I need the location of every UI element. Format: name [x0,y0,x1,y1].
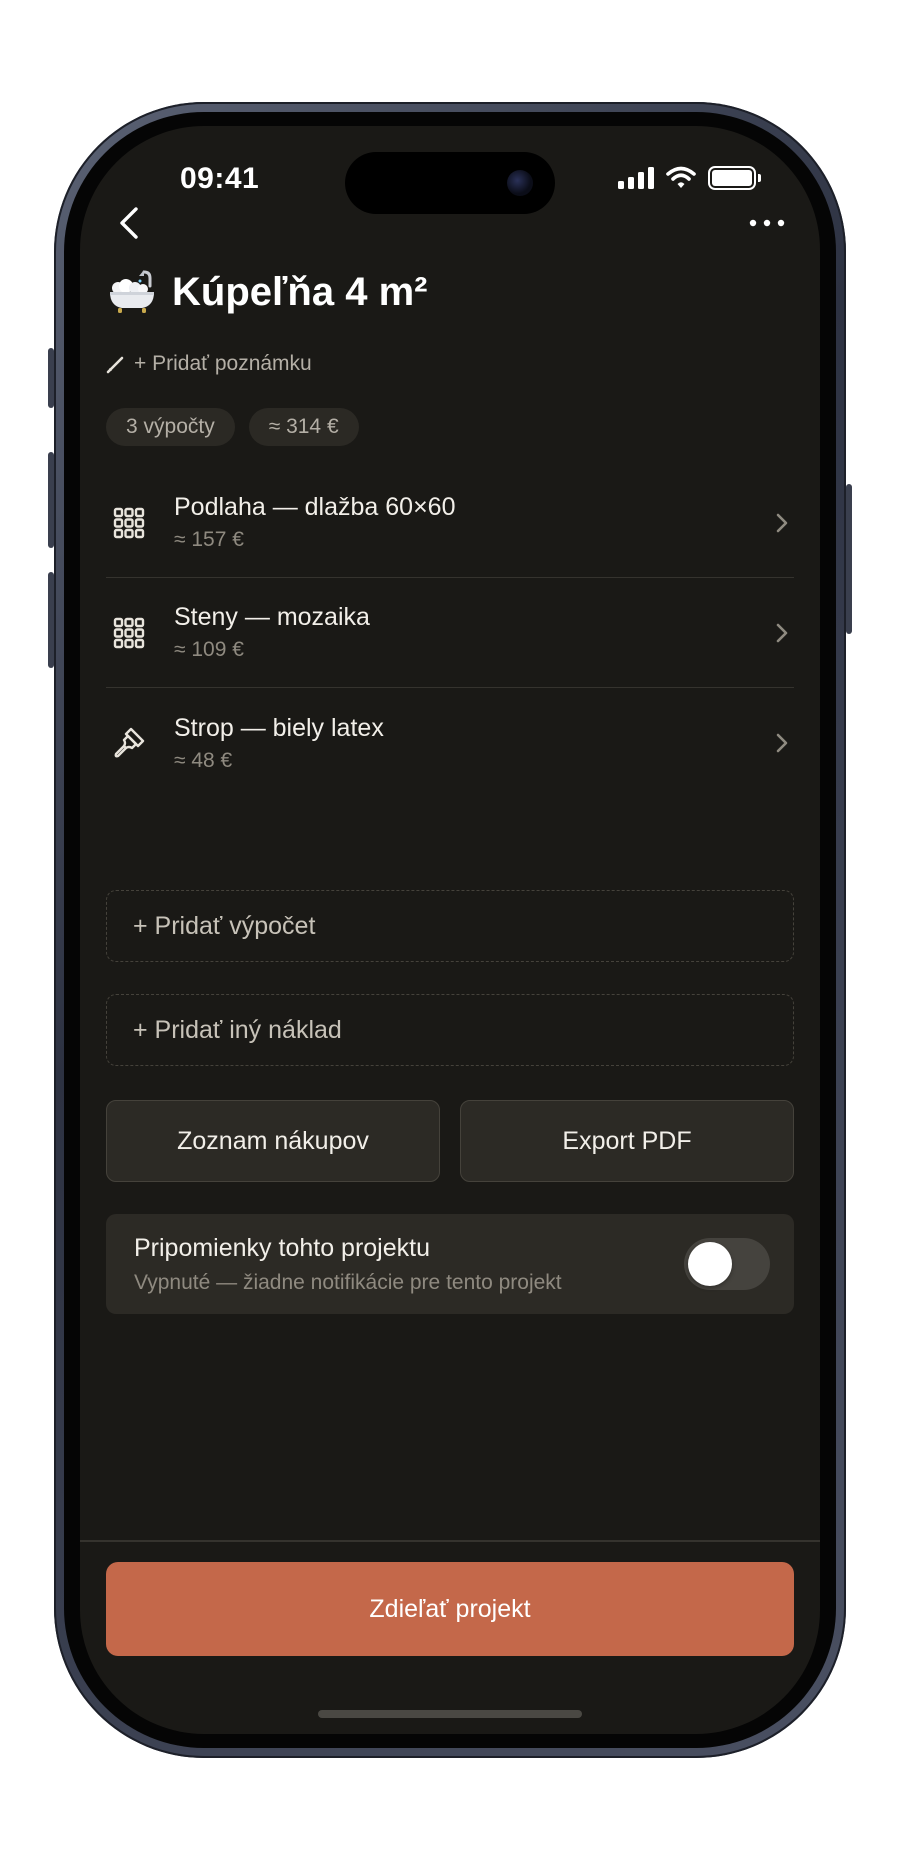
calculation-price: ≈ 157 € [174,528,244,551]
calculation-name: Steny — mozaika [174,603,370,631]
ellipsis-icon [749,219,785,227]
wifi-icon [666,166,696,188]
action-row: Zoznam nákupov Export PDF [106,1100,794,1182]
calculation-item[interactable]: Steny — mozaika ≈ 109 € [106,578,794,688]
add-calculation-button[interactable]: + Pridať výpočet [106,890,794,962]
battery-icon [708,166,761,190]
status-time: 09:41 [180,162,260,195]
calculation-name: Podlaha — dlažba 60×60 [174,493,456,521]
add-note-label: + Pridať poznámku [134,352,312,375]
toggle-knob [688,1242,732,1286]
chevron-right-icon [770,511,794,535]
page-title: Kúpeľňa 4 m² [172,269,428,314]
dynamic-island [345,152,555,214]
volume-down-button [48,572,54,668]
front-camera [507,170,533,196]
chevron-left-icon [120,207,138,239]
paint-brush-icon [106,720,152,766]
calculation-item[interactable]: Strop — biely latex ≈ 48 € [106,688,794,798]
add-other-cost-button[interactable]: + Pridať iný náklad [106,994,794,1066]
chevron-right-icon [770,621,794,645]
app-screen: 09:41 Kúpeľňa 4 m² + Pridať poznámku 3 v… [80,126,820,1734]
reminders-toggle[interactable] [684,1238,770,1290]
calculation-list: Podlaha — dlažba 60×60 ≈ 157 € Steny — m… [106,468,794,798]
calculation-price: ≈ 109 € [174,638,244,661]
calculation-count-chip: 3 výpočty [106,408,235,446]
chevron-right-icon [770,731,794,755]
cellular-signal-icon [618,167,654,189]
bathtub-icon [110,270,154,313]
calculation-name: Strop — biely latex [174,713,384,742]
tiles-grid-icon [106,500,152,546]
volume-up-button [48,452,54,548]
total-cost-chip: ≈ 314 € [248,408,359,446]
project-header: Kúpeľňa 4 m² [106,266,427,318]
back-button[interactable] [106,200,152,246]
divider [80,1540,820,1542]
export-pdf-button[interactable]: Export PDF [460,1100,794,1182]
tiles-grid-icon [106,610,152,656]
calculation-price: ≈ 48 € [174,748,233,772]
status-icons [618,166,761,190]
action-button [48,348,54,408]
summary-chips: 3 výpočty ≈ 314 € [106,408,359,446]
reminders-subtitle: Vypnuté — žiadne notifikácie pre tento p… [134,1271,562,1294]
power-button [846,484,852,634]
reminders-title: Pripomienky tohto projektu [134,1234,430,1262]
pencil-icon [106,356,124,374]
shopping-list-button[interactable]: Zoznam nákupov [106,1100,440,1182]
share-project-button[interactable]: Zdieľať projekt [106,1562,794,1656]
more-options-button[interactable] [740,200,794,246]
reminders-card: Pripomienky tohto projektu Vypnuté — žia… [106,1214,794,1314]
home-indicator[interactable] [318,1710,582,1718]
calculation-item[interactable]: Podlaha — dlažba 60×60 ≈ 157 € [106,468,794,578]
add-note-button[interactable]: + Pridať poznámku [106,352,312,376]
